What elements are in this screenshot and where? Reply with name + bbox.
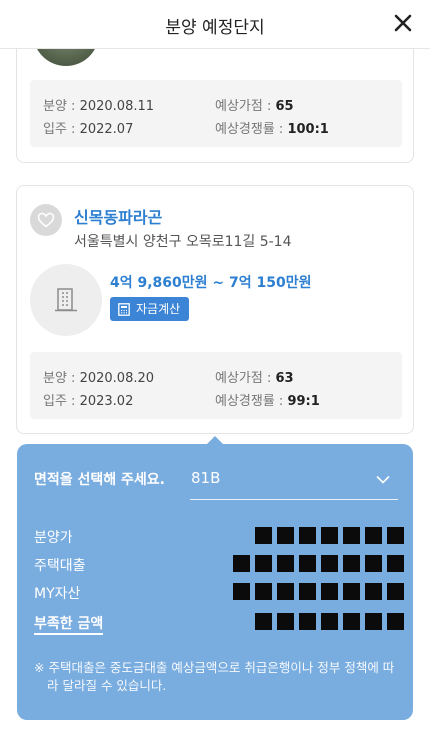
loan-disclaimer: ※ 주택대출은 중도금대출 예상금액으로 취급은행이나 정부 정책에 따라 달라… [34,660,395,693]
fund-calc-button[interactable]: 자금계산 [110,297,190,321]
my-assets-label: MY자산 [34,586,81,602]
complex-address: 서울특별시 양천구 오목로11길 5-14 [74,234,292,250]
move-in-date: 입주 : 2023.02 [43,394,134,409]
expected-points: 예상가점 : 63 [215,371,294,386]
complex-card[interactable]: 분양 : 2020.08.11 입주 : 2022.07 예상가점 : 65 예… [16,49,414,163]
housing-loan-row: 주택대출 [34,555,404,575]
expected-competition: 예상경쟁률 : 100:1 [215,122,329,137]
fund-calculator-panel: 면적을 선택해 주세요. 81B 분양가 주택대출 MY자산 부족한 금액 ※ … [17,436,413,720]
complex-stats: 분양 : 2020.08.20 입주 : 2023.02 예상가점 : 63 예… [30,352,402,419]
complex-thumbnail [33,49,99,66]
complex-name[interactable]: 신목동파라곤 [74,204,162,228]
sale-date: 분양 : 2020.08.20 [43,371,155,386]
favorite-heart-icon[interactable] [30,204,62,236]
housing-loan-value-redacted [233,555,404,572]
shortfall-label: 부족한 금액 [34,613,104,635]
panel-pointer [206,436,224,445]
sale-price-label: 분양가 [34,530,73,546]
calculator-icon [118,303,130,316]
expected-points: 예상가점 : 65 [215,99,294,114]
shortfall-row: 부족한 금액 [34,613,404,635]
area-prompt: 면적을 선택해 주세요. [34,472,165,488]
building-icon [30,264,102,336]
sale-price-row: 분양가 [34,527,404,547]
my-assets-value-redacted [233,583,404,600]
close-icon[interactable] [390,10,416,36]
expected-competition: 예상경쟁률 : 99:1 [215,394,320,409]
sale-date: 분양 : 2020.08.11 [43,99,155,114]
header-bar: 분양 예정단지 [0,0,430,49]
complex-stats: 분양 : 2020.08.11 입주 : 2022.07 예상가점 : 65 예… [30,80,402,147]
my-assets-row: MY자산 [34,583,404,603]
move-in-date: 입주 : 2022.07 [43,122,134,137]
area-selected-value: 81B [191,469,221,487]
fund-calc-label: 자금계산 [136,302,181,316]
area-select[interactable]: 81B [190,464,398,500]
sale-price-value-redacted [255,527,404,544]
shortfall-value-redacted [255,613,404,630]
page-title: 분양 예정단지 [165,18,265,38]
complex-card[interactable]: 신목동파라곤 서울특별시 양천구 오목로11길 5-14 4억 9,860만원 … [16,185,414,434]
housing-loan-label: 주택대출 [34,558,86,574]
chevron-down-icon [376,475,390,484]
price-range: 4억 9,860만원 ~ 7억 150만원 [110,275,312,291]
